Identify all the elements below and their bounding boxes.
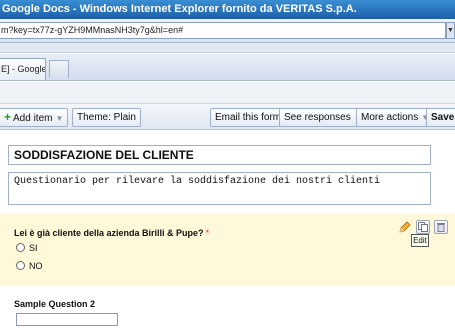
chevron-down-icon: ▼ — [447, 27, 454, 34]
question-title: Sample Question 2 — [14, 299, 96, 309]
address-input[interactable]: m?key=tx77z-gYZH9MMnasNH3ty7g&hl=en# — [0, 22, 446, 39]
question-item-1[interactable] — [0, 213, 455, 286]
browser-tab[interactable]: E] - Google ... — [0, 58, 46, 80]
more-actions-label: More actions — [361, 112, 419, 123]
chevron-down-icon: ▼ — [55, 114, 64, 123]
form-title-input[interactable]: SODDISFAZIONE DEL CLIENTE — [8, 145, 431, 165]
new-tab-button[interactable] — [49, 60, 69, 78]
duplicate-icon[interactable] — [416, 220, 430, 234]
window-titlebar: Google Docs - Windows Internet Explorer … — [0, 0, 455, 19]
answer-input[interactable] — [16, 313, 118, 326]
see-responses-label: See responses — [284, 112, 351, 123]
theme-label: Theme: Plain — [77, 112, 136, 123]
question-title: Lei è già cliente della azienda Birilli … — [14, 228, 209, 238]
add-item-label: Add item — [13, 113, 53, 124]
question-title-text: Lei è già cliente della azienda Birilli … — [14, 228, 204, 238]
browser-tab-bar: E] - Google ... — [0, 54, 455, 81]
see-responses-button[interactable]: See responses▼ — [279, 108, 367, 127]
address-dropdown-button[interactable]: ▼ — [446, 22, 455, 39]
required-mark: * — [205, 228, 210, 238]
save-label: Save — [431, 112, 455, 123]
docs-header-strip — [0, 82, 455, 104]
theme-button[interactable]: Theme: Plain — [72, 108, 141, 127]
more-actions-button[interactable]: More actions▼ — [356, 108, 435, 127]
save-button[interactable]: Save — [426, 108, 455, 127]
radio-button[interactable] — [16, 243, 25, 252]
option-label: NO — [29, 261, 43, 271]
plus-icon: + — [4, 110, 12, 124]
address-bar: m?key=tx77z-gYZH9MMnasNH3ty7g&hl=en# ▼ — [0, 19, 455, 43]
email-form-button[interactable]: Email this form — [210, 108, 287, 127]
pencil-icon[interactable] — [398, 220, 412, 234]
browser-toolbar-strip — [0, 43, 455, 53]
form-editor: SODDISFAZIONE DEL CLIENTE Questionario p… — [0, 131, 455, 332]
edit-tooltip: Edit — [411, 234, 429, 247]
option-si[interactable]: SI — [16, 243, 38, 253]
email-form-label: Email this form — [215, 112, 282, 123]
trash-icon[interactable] — [434, 220, 448, 234]
form-description-input[interactable]: Questionario per rilevare la soddisfazio… — [8, 172, 431, 205]
option-label: SI — [29, 243, 38, 253]
window-title: Google Docs - Windows Internet Explorer … — [2, 3, 357, 15]
radio-button[interactable] — [16, 261, 25, 270]
browser-tab-label: E] - Google ... — [1, 64, 46, 74]
form-toolbar: + Add item ▼ Theme: Plain Email this form … — [0, 104, 455, 130]
add-item-button[interactable]: + Add item ▼ — [0, 108, 69, 127]
option-no[interactable]: NO — [16, 261, 43, 271]
